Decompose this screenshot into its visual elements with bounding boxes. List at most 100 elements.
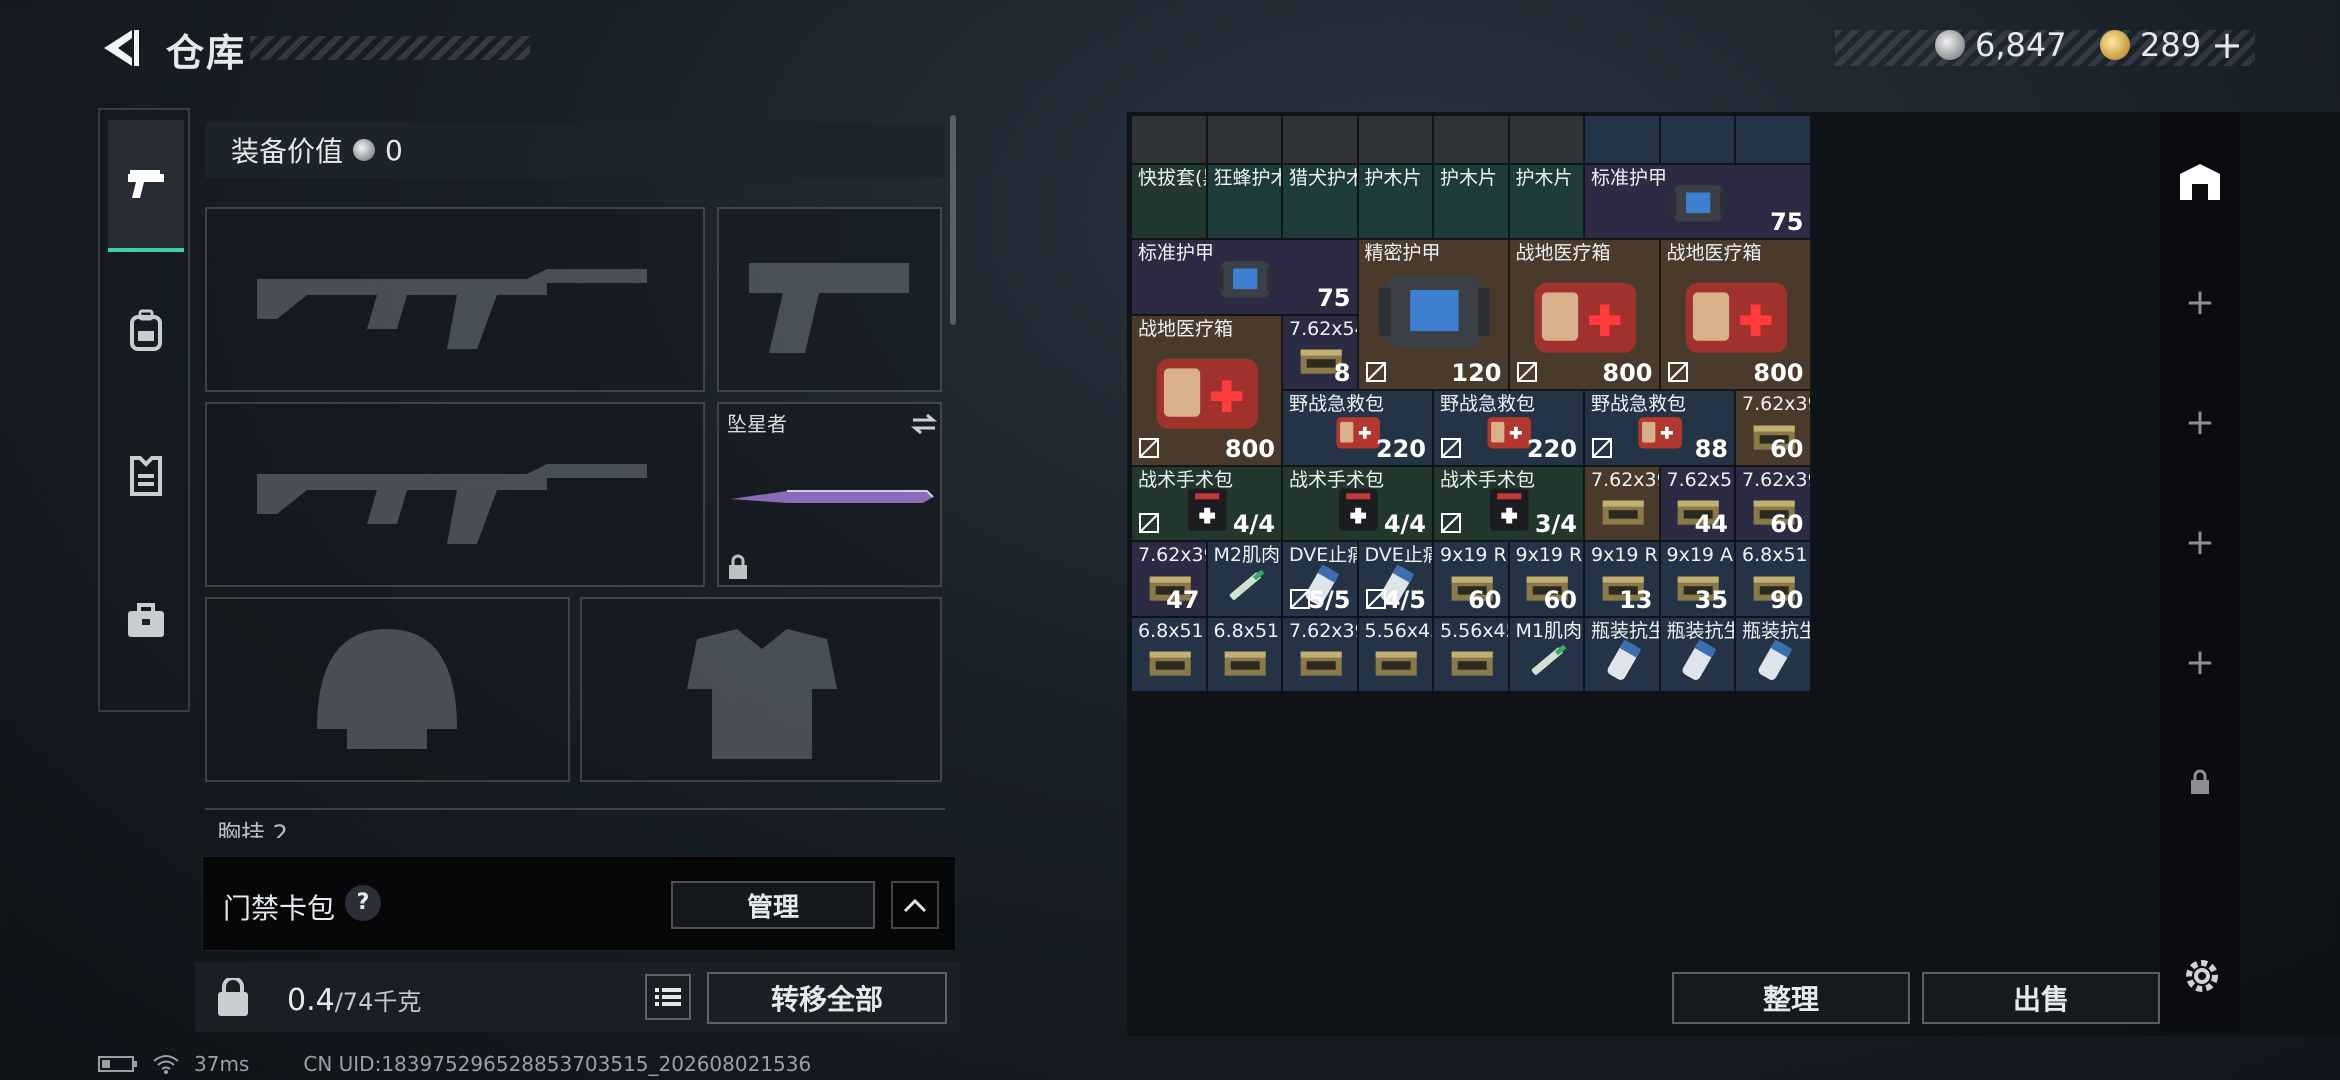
stash-item[interactable]: 野战急救包 220 bbox=[1433, 390, 1584, 466]
stash-grid-viewport[interactable]: 植物样本典雅咖啡杯启航耳环内存条电子干扰器聚乙烯侵袭侵袭侵袭快拔套(黑)狂蜂护木… bbox=[1131, 116, 2340, 958]
helmet-slot[interactable] bbox=[205, 597, 570, 782]
stash-item-name: 标准护甲 bbox=[1591, 166, 1668, 189]
stash-item[interactable]: 战地医疗箱 800 bbox=[1131, 314, 1282, 466]
stash-item[interactable]: 9x19 RIP 60 bbox=[1508, 541, 1584, 617]
add-currency-button[interactable]: + bbox=[2211, 26, 2243, 64]
tab-vest[interactable] bbox=[108, 410, 184, 542]
stash-item[interactable]: 战地医疗箱 800 bbox=[1659, 239, 1811, 390]
keycard-wallet-bar: 门禁卡包 ? 管理 bbox=[202, 856, 956, 951]
stash-item[interactable]: 标准护甲 75 bbox=[1584, 163, 1811, 239]
stash-item[interactable]: 战术手术包 4/4 bbox=[1131, 465, 1282, 541]
no-sell-icon bbox=[1667, 362, 1688, 382]
stash-item[interactable]: 典雅咖啡杯 bbox=[1206, 116, 1282, 164]
stash-item[interactable]: 聚乙烯 bbox=[1508, 116, 1584, 164]
transfer-all-button[interactable]: 转移全部 bbox=[707, 972, 947, 1024]
stash-item-name: 猎犬护木片 bbox=[1289, 166, 1357, 189]
top-bar: 仓库 6,847 289 + bbox=[0, 0, 2340, 100]
tab-backpack[interactable] bbox=[108, 265, 184, 397]
no-sell-icon bbox=[1365, 362, 1386, 382]
stash-item[interactable]: 启航耳环 bbox=[1282, 116, 1358, 164]
stash-page-locked[interactable] bbox=[2160, 722, 2240, 842]
pistol-slot[interactable] bbox=[717, 207, 942, 392]
stash-item[interactable]: 5.56x45 M855 bbox=[1433, 616, 1509, 692]
sort-button[interactable]: 整理 bbox=[1672, 972, 1910, 1024]
stash-item[interactable]: 标准护甲 75 bbox=[1131, 239, 1358, 315]
stash-item[interactable]: 猎犬护木片 bbox=[1282, 163, 1358, 239]
stash-page-add[interactable]: + bbox=[2160, 242, 2240, 362]
stash-item[interactable]: 9x19 AP6.3 35 bbox=[1659, 541, 1735, 617]
stash-item[interactable]: 7.62x39 PS bbox=[1282, 616, 1358, 692]
stash-item[interactable]: 内存条 bbox=[1357, 116, 1433, 164]
help-icon[interactable]: ? bbox=[345, 885, 381, 921]
stash-item[interactable]: 7.62x51 M80 44 bbox=[1659, 465, 1735, 541]
stash-item-name: 瓶装抗生素 bbox=[1666, 619, 1735, 642]
carry-weight-current: 0.4 bbox=[287, 983, 335, 1018]
back-arrow-icon[interactable] bbox=[96, 24, 144, 72]
loadout-scrollbar[interactable] bbox=[950, 115, 956, 325]
stash-item-count: 3/4 bbox=[1534, 510, 1577, 538]
stash-item-name: 护木片 bbox=[1440, 166, 1498, 189]
stash-page-add[interactable]: + bbox=[2160, 602, 2240, 722]
melee-slot[interactable]: 坠星者 bbox=[717, 402, 942, 587]
stash-item[interactable]: 5.56x45 M855 bbox=[1357, 616, 1433, 692]
stash-item[interactable]: 6.8x51 PLY-K bbox=[1206, 616, 1282, 692]
stash-item[interactable]: 瓶装抗生素 bbox=[1659, 616, 1735, 692]
stash-item[interactable]: 9x19 RIP 60 bbox=[1433, 541, 1509, 617]
collapse-button[interactable] bbox=[891, 881, 939, 929]
stash-item[interactable]: 护木片 bbox=[1357, 163, 1433, 239]
body-armor-slot[interactable] bbox=[580, 597, 942, 782]
sell-button[interactable]: 出售 bbox=[1922, 972, 2160, 1024]
manage-button[interactable]: 管理 bbox=[671, 881, 875, 929]
stash-item[interactable]: 植物样本 bbox=[1131, 116, 1207, 164]
stash-item[interactable]: 快拔套(黑) bbox=[1131, 163, 1207, 239]
stash-item[interactable]: M1肌肉... bbox=[1508, 616, 1584, 692]
list-view-button[interactable] bbox=[645, 974, 691, 1020]
stash-item-name: 战术手术包 bbox=[1440, 468, 1536, 491]
stash-item-name: 战地医疗箱 bbox=[1515, 242, 1611, 264]
stash-item-count: 60 bbox=[1543, 585, 1577, 614]
stash-item-count: 220 bbox=[1526, 434, 1577, 463]
stash-item[interactable]: 野战急救包 88 bbox=[1584, 390, 1735, 466]
stash-page-add[interactable]: + bbox=[2160, 482, 2240, 602]
stash-item[interactable]: 7.62x39 BP 60 bbox=[1735, 465, 1811, 541]
stash-item[interactable]: 战地医疗箱 800 bbox=[1508, 239, 1660, 390]
stash-item[interactable]: 精密护甲 120 bbox=[1357, 239, 1509, 390]
stash-item[interactable]: 战术手术包 3/4 bbox=[1433, 465, 1584, 541]
swap-icon[interactable] bbox=[909, 412, 939, 436]
chest-rig-row[interactable]: 胸挂 2 bbox=[205, 808, 945, 838]
tab-cases[interactable] bbox=[108, 555, 184, 687]
stash-item[interactable]: 7.62x39 AP bbox=[1584, 465, 1660, 541]
secondary-weapon-slot[interactable] bbox=[205, 402, 705, 587]
stash-item-name: 9x19 RIP bbox=[1591, 544, 1659, 566]
stash-item[interactable]: 6.8x51 PLY-K bbox=[1131, 616, 1207, 692]
stash-item[interactable]: 瓶装抗生素 bbox=[1584, 616, 1660, 692]
stash-item[interactable]: 狂蜂护木片 bbox=[1206, 163, 1282, 239]
stash-item[interactable]: 9x19 RIP 13 bbox=[1584, 541, 1660, 617]
stash-item[interactable]: DVE止痛片 4/5 bbox=[1357, 541, 1433, 617]
stash-item-count: 8 bbox=[1333, 359, 1351, 387]
stash-item[interactable]: 侵袭 bbox=[1584, 116, 1660, 164]
stash-item[interactable]: 护木片 bbox=[1508, 163, 1584, 239]
stash-item[interactable]: 6.8x51 PLY-K 90 bbox=[1735, 541, 1811, 617]
stash-item[interactable]: 战术手术包 4/4 bbox=[1282, 465, 1433, 541]
stash-item[interactable]: M2肌肉... bbox=[1206, 541, 1282, 617]
uid-text: CN UID:183975296528853703515_20260802153… bbox=[303, 1052, 812, 1076]
stash-item[interactable]: 瓶装抗生素 bbox=[1735, 616, 1811, 692]
stash-item[interactable]: 7.62x39 BP 47 bbox=[1131, 541, 1207, 617]
backpack-icon bbox=[130, 309, 162, 351]
stash-item[interactable]: 7.62x54R SNB 8 bbox=[1282, 314, 1358, 390]
stash-item[interactable]: 侵袭 bbox=[1659, 116, 1735, 164]
stash-item[interactable]: 7.62x39 AP 60 bbox=[1735, 390, 1811, 466]
settings-gear-icon[interactable] bbox=[2180, 954, 2224, 998]
stash-item-count: 220 bbox=[1375, 434, 1426, 463]
stash-item[interactable]: DVE止痛片 5/5 bbox=[1282, 541, 1358, 617]
stash-page-main[interactable] bbox=[2160, 122, 2240, 242]
stash-item[interactable]: 侵袭 bbox=[1735, 116, 1811, 164]
stash-item-name: 6.8x51 PLY-K bbox=[1213, 619, 1282, 642]
primary-weapon-slot[interactable] bbox=[205, 207, 705, 392]
stash-item[interactable]: 电子干扰器 bbox=[1433, 116, 1509, 164]
stash-item[interactable]: 护木片 bbox=[1433, 163, 1509, 239]
stash-page-add[interactable]: + bbox=[2160, 362, 2240, 482]
tab-weapons[interactable] bbox=[108, 120, 184, 252]
stash-item[interactable]: 野战急救包 220 bbox=[1282, 390, 1433, 466]
